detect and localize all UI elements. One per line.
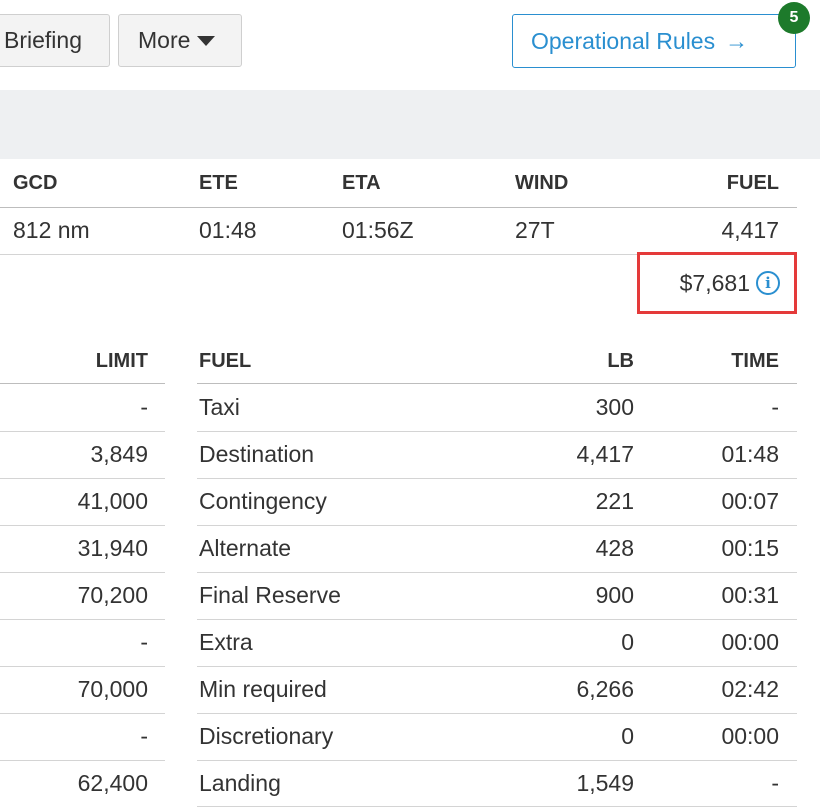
divider: [0, 666, 165, 667]
divider: [0, 572, 165, 573]
divider: [0, 760, 165, 761]
limit-value: -: [140, 723, 148, 749]
divider: [197, 666, 797, 667]
divider: [197, 478, 797, 479]
limit-value: -: [140, 629, 148, 655]
fuel-name: Contingency: [199, 488, 327, 514]
divider: [197, 713, 797, 714]
gcd-header: GCD: [13, 172, 58, 194]
divider: [0, 478, 165, 479]
eta-header: ETA: [342, 172, 381, 194]
fuel-time: 00:15: [721, 535, 779, 561]
limit-value: 41,000: [77, 488, 148, 514]
limit-value: -: [140, 394, 148, 420]
operational-rules-button[interactable]: Operational Rules →: [512, 14, 796, 68]
limit-value: 31,940: [77, 535, 148, 561]
divider: [0, 207, 797, 208]
fuel-time: 00:31: [721, 582, 779, 608]
fuel-name: Extra: [199, 629, 253, 655]
briefing-button[interactable]: Briefing: [0, 14, 110, 67]
more-dropdown-button[interactable]: More: [118, 14, 242, 67]
divider: [197, 525, 797, 526]
gcd-value: 812 nm: [13, 217, 90, 243]
divider: [197, 383, 797, 384]
limit-value: 62,400: [77, 770, 148, 796]
fuel-name: Alternate: [199, 535, 292, 561]
limit-header: LIMIT: [95, 350, 148, 372]
fuel-cost-value: $7,681: [679, 269, 750, 296]
operational-rules-label: Operational Rules: [531, 27, 716, 54]
fuel-lb: 1,549: [576, 770, 634, 796]
fuel-lb: 6,266: [576, 676, 634, 702]
lb-header: LB: [607, 350, 634, 372]
divider: [197, 619, 797, 620]
fuel-cost: $7,681 i: [637, 252, 797, 314]
briefing-label: Briefing: [4, 27, 82, 53]
limit-value: 3,849: [90, 441, 148, 467]
divider: [0, 713, 165, 714]
limit-value: 70,000: [77, 676, 148, 702]
divider: [0, 619, 165, 620]
fuel-name: Min required: [199, 676, 327, 702]
eta-value: 01:56Z: [342, 217, 414, 243]
fuel-lb: 300: [595, 394, 634, 420]
more-label: More: [138, 27, 191, 53]
wind-header: WIND: [515, 172, 569, 194]
notification-badge: 5: [778, 2, 810, 34]
section-band: [0, 90, 820, 159]
fuel-name: Taxi: [199, 394, 240, 420]
fuel-lb: 428: [595, 535, 634, 561]
info-icon[interactable]: i: [756, 271, 780, 295]
limit-value: 70,200: [77, 582, 148, 608]
fuel-name: Landing: [199, 770, 281, 796]
fuel-time: 00:00: [721, 629, 779, 655]
fuel-table-header: FUEL: [199, 350, 252, 372]
fuel-time: -: [771, 770, 779, 796]
fuel-lb: 0: [621, 629, 634, 655]
divider: [0, 525, 165, 526]
caret-down-icon: [197, 35, 216, 46]
divider: [197, 760, 797, 761]
fuel-lb: 0: [621, 723, 634, 749]
fuel-name: Destination: [199, 441, 315, 467]
fuel-lb: 221: [595, 488, 634, 514]
fuel-lb: 900: [595, 582, 634, 608]
fuel-header: FUEL: [726, 172, 779, 194]
divider: [197, 431, 797, 432]
fuel-time: 01:48: [721, 441, 779, 467]
fuel-time: -: [771, 394, 779, 420]
fuel-time: 02:42: [721, 676, 779, 702]
divider: [197, 572, 797, 573]
fuel-time: 00:07: [721, 488, 779, 514]
fuel-time: 00:00: [721, 723, 779, 749]
divider: [0, 431, 165, 432]
ete-value: 01:48: [199, 217, 257, 243]
arrow-right-icon: →: [725, 27, 749, 54]
ete-header: ETE: [199, 172, 238, 194]
divider: [197, 806, 797, 807]
fuel-lb: 4,417: [576, 441, 634, 467]
time-header: TIME: [731, 350, 779, 372]
wind-value: 27T: [515, 217, 555, 243]
fuel-name: Final Reserve: [199, 582, 341, 608]
divider: [0, 383, 165, 384]
fuel-name: Discretionary: [199, 723, 334, 749]
fuel-value: 4,417: [721, 217, 779, 243]
